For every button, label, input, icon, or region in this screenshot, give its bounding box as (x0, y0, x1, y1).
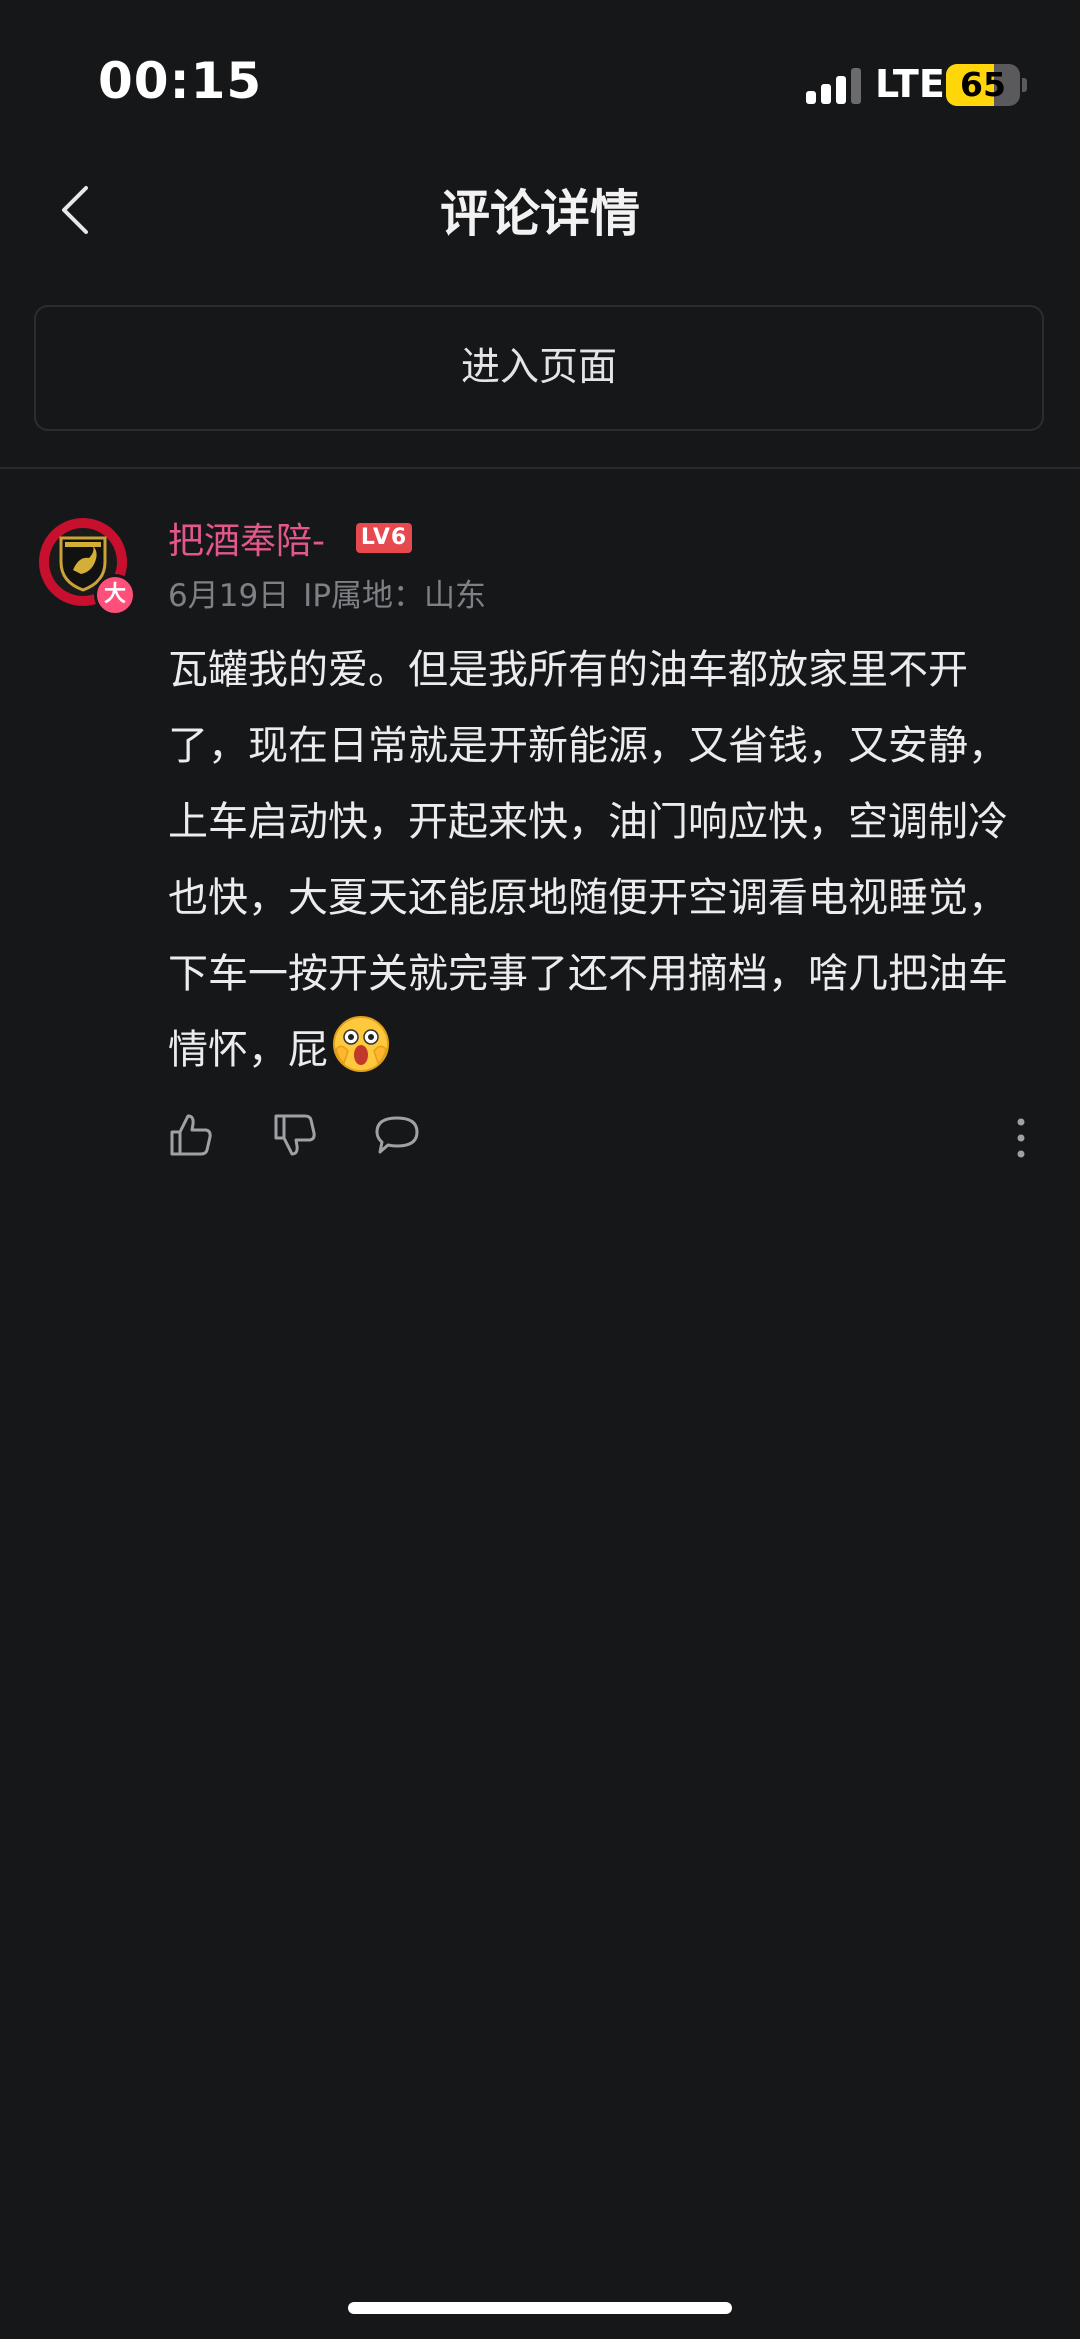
home-indicator[interactable] (348, 2302, 732, 2314)
comment-username[interactable]: 把酒奉陪- (168, 512, 325, 564)
speech-bubble-icon (375, 1116, 419, 1154)
like-button[interactable] (166, 1110, 216, 1160)
more-button[interactable] (1006, 1116, 1036, 1160)
thumbs-down-icon (274, 1114, 316, 1156)
dislike-button[interactable] (270, 1110, 320, 1160)
comment-detail-screen: 00:15 LTE 65 评论详情 进入页面 大 把酒奉陪- LV6 6月19日… (0, 0, 1080, 2339)
comment-date: 6月19日 (168, 578, 290, 614)
battery-icon: 65 (946, 64, 1020, 106)
signal-icon (806, 66, 862, 104)
comment-ip-location: IP属地：山东 (303, 578, 487, 614)
divider (0, 467, 1080, 469)
comment-text: 瓦罐我的爱。但是我所有的油车都放家里不开了，现在日常就是开新能源，又省钱，又安静… (168, 647, 1008, 1073)
shocked-face-emoji-icon (333, 1016, 389, 1072)
more-vertical-icon (1017, 1118, 1025, 1158)
battery-cap (1022, 78, 1027, 92)
status-bar: 00:15 LTE 65 (0, 0, 1080, 150)
page-title: 评论详情 (440, 185, 640, 243)
status-time: 00:15 (98, 52, 263, 110)
level-badge: LV6 (356, 523, 412, 553)
enter-page-button[interactable]: 进入页面 (34, 305, 1044, 431)
comment-meta: 6月19日 IP属地：山东 (168, 570, 486, 615)
battery-level: 65 (960, 65, 1006, 104)
network-type: LTE (875, 62, 945, 106)
thumbs-up-icon (170, 1114, 212, 1156)
comment-body: 瓦罐我的爱。但是我所有的油车都放家里不开了，现在日常就是开新能源，又省钱，又安静… (168, 632, 1018, 1088)
user-badge: 大 (94, 574, 136, 616)
nav-bar: 评论详情 (0, 150, 1080, 270)
reply-button[interactable] (372, 1110, 422, 1160)
